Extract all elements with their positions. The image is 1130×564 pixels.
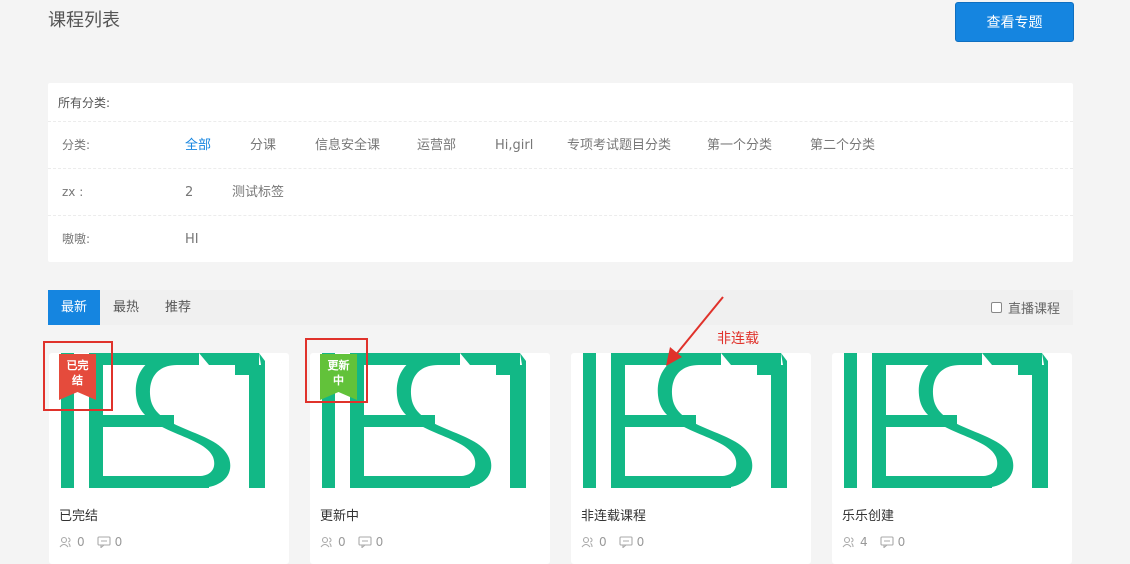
category-option[interactable]: 第二个分类 (810, 122, 875, 169)
zx-label: zx : (62, 185, 84, 199)
filter-row-category: 分类: 全部 分课 信息安全课 运营部 Hi,girl 专项考试题目分类 第一个… (48, 122, 1073, 169)
zx-option[interactable]: 测试标签 (232, 169, 284, 216)
tab-hottest[interactable]: 最热 (104, 290, 148, 325)
course-title: 乐乐创建 (842, 509, 895, 524)
course-title: 更新中 (320, 509, 360, 524)
tag-option[interactable]: HI (185, 216, 199, 263)
category-option[interactable]: 信息安全课 (315, 122, 380, 169)
learners-count: 0 (338, 535, 346, 549)
course-stats: 4 0 (842, 534, 917, 550)
comments-count: 0 (114, 535, 123, 549)
highlight-box-finished (43, 341, 113, 411)
page-title: 课程列表 (48, 10, 120, 31)
category-label: 分类: (62, 138, 91, 152)
course-card[interactable]: 非连载课程 0 0 (571, 353, 811, 564)
live-course-checkbox[interactable] (991, 302, 1002, 313)
comments-count: 0 (897, 535, 906, 549)
course-title: 已完结 (59, 509, 99, 524)
category-option-all[interactable]: 全部 (185, 122, 211, 169)
live-course-label: 直播课程 (1008, 302, 1061, 317)
category-option[interactable]: Hi,girl (495, 122, 533, 169)
zx-option[interactable]: 2 (185, 169, 193, 216)
filter-row-zx: zx : 2 测试标签 (48, 169, 1073, 216)
sort-tab-bar: 最新 最热 推荐 直播课程 (48, 290, 1073, 325)
course-logo (842, 353, 1062, 488)
category-option[interactable]: 第一个分类 (707, 122, 772, 169)
annotation-label: 非连载 (717, 331, 759, 347)
course-card[interactable]: 乐乐创建 4 0 (832, 353, 1072, 564)
filter-panel: 所有分类: 分类: 全部 分课 信息安全课 运营部 Hi,girl 专项考试题目… (48, 83, 1073, 262)
course-thumbnail (842, 353, 1062, 488)
course-stats: 0 0 (320, 534, 395, 550)
tab-recommended[interactable]: 推荐 (156, 290, 200, 325)
learners-icon (59, 536, 71, 548)
learners-count: 0 (599, 535, 607, 549)
comment-icon (619, 536, 633, 548)
category-option[interactable]: 专项考试题目分类 (567, 122, 671, 169)
category-option[interactable]: 分课 (250, 122, 276, 169)
filter-row-tag: 嗷嗷: HI (48, 216, 1073, 263)
learners-count: 4 (860, 535, 868, 549)
tag-label: 嗷嗷: (62, 232, 91, 246)
view-topics-button[interactable]: 查看专题 (955, 2, 1074, 42)
learners-icon (581, 536, 593, 548)
tab-newest[interactable]: 最新 (48, 290, 100, 325)
live-course-toggle[interactable]: 直播课程 (991, 290, 1060, 325)
course-stats: 0 0 (581, 534, 656, 550)
course-thumbnail (581, 353, 801, 488)
learners-icon (320, 536, 332, 548)
comment-icon (880, 536, 894, 548)
category-option[interactable]: 运营部 (417, 122, 456, 169)
comments-count: 0 (375, 535, 384, 549)
course-stats: 0 0 (59, 534, 134, 550)
filter-heading: 所有分类: (48, 83, 1073, 122)
course-title: 非连载课程 (581, 509, 647, 524)
comment-icon (97, 536, 111, 548)
learners-icon (842, 536, 854, 548)
learners-count: 0 (77, 535, 85, 549)
course-logo (581, 353, 801, 488)
comment-icon (358, 536, 372, 548)
highlight-box-updating (305, 338, 368, 403)
comments-count: 0 (636, 535, 645, 549)
